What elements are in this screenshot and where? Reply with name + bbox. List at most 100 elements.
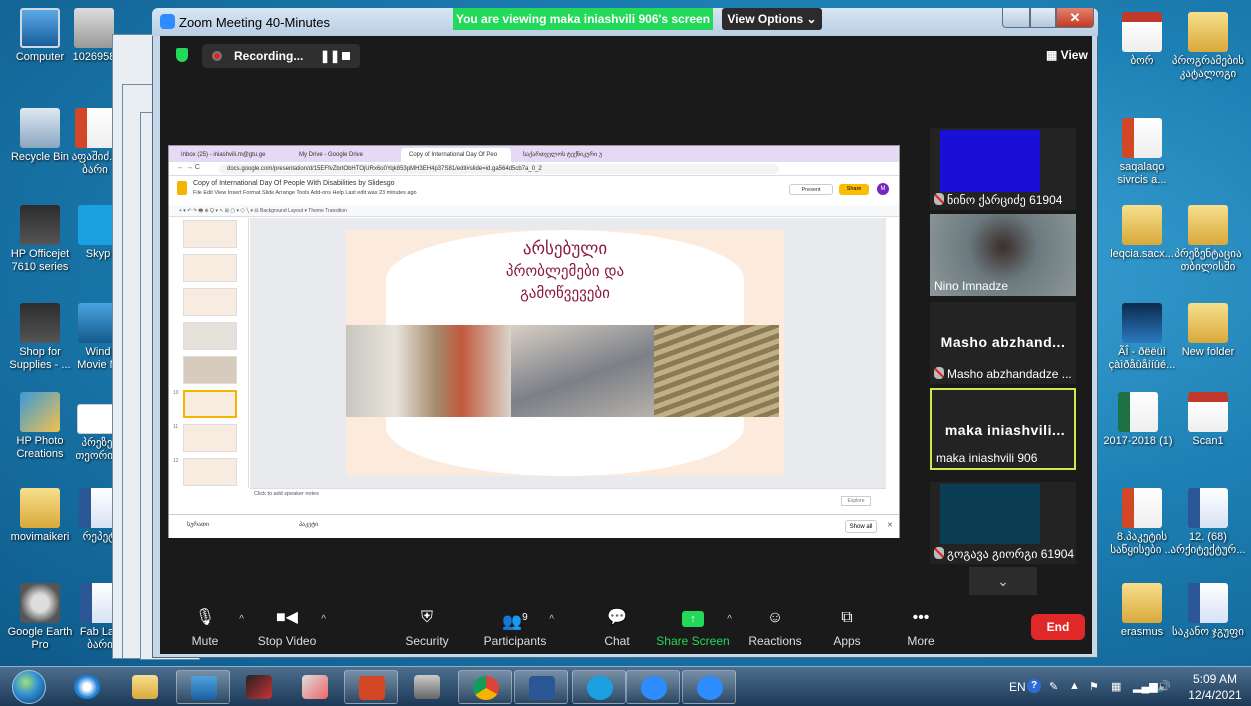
desktop-icon-word-68[interactable]: 12. (68) არქიტექტურ...	[1170, 488, 1246, 557]
signal-icon[interactable]: ▂▄▆	[1133, 680, 1158, 693]
slide-thumbnail[interactable]	[183, 356, 237, 384]
desktop-icon-video[interactable]: ÃÎ - ðëëüì çàìðåùåííûé...	[1104, 303, 1180, 372]
taskbar-word[interactable]	[514, 670, 568, 704]
participant-count: 9	[522, 612, 528, 623]
network-icon[interactable]: ▦	[1111, 680, 1121, 693]
slide-thumbnail[interactable]	[183, 254, 237, 282]
desktop-icon-new-folder[interactable]: New folder	[1170, 303, 1246, 359]
maximize-button[interactable]	[1030, 8, 1056, 28]
taskbar-chrome[interactable]	[458, 670, 512, 704]
taskbar-ie[interactable]	[60, 670, 114, 704]
close-downloads-icon[interactable]: ✕	[887, 521, 893, 529]
slide-filmstrip[interactable]: 10 11 12	[169, 218, 249, 488]
participant-tile[interactable]: Nino Imnadze	[930, 214, 1076, 296]
document-menu[interactable]: File Edit View Insert Format Slide Arran…	[193, 190, 417, 196]
desktop-icon-hp-photo[interactable]: HP Photo Creations	[2, 392, 78, 461]
desktop-icon-saqalaqo[interactable]: saqalaqo sivrcis a...	[1104, 118, 1180, 187]
download-item[interactable]: სურათი	[187, 521, 209, 528]
url-field[interactable]: docs.google.com/presentation/d/15EFfvZbr…	[219, 164, 779, 174]
participant-tile-active-speaker[interactable]: maka iniashvili... maka iniashvili 906	[930, 388, 1076, 470]
security-button[interactable]: ⛨ Security	[382, 608, 472, 648]
start-button[interactable]	[12, 670, 46, 704]
slide-thumbnail[interactable]	[183, 288, 237, 316]
slide-thumbnail[interactable]	[183, 322, 237, 350]
desktop-icon-leqcia[interactable]: leqcia.sacx...	[1104, 205, 1180, 261]
help-icon[interactable]: ?	[1027, 679, 1041, 693]
slide-thumbnail-selected[interactable]	[183, 390, 237, 418]
share-screen-button[interactable]: ↑ Share Screen ^	[648, 608, 738, 648]
slides-toolbar[interactable]: + ▾ ↶ ↷ 🖶 ⊕ Q ▾ ↖ ⊞ ▢ ▾ ⬠ ╲ ▾ ⊟ Backgrou…	[169, 205, 899, 217]
more-button[interactable]: ••• More	[876, 608, 966, 648]
taskbar-archicad[interactable]	[232, 670, 286, 704]
desktop-icon-tbilisi[interactable]: პრეზენტაცია თბილისში	[1170, 205, 1246, 274]
participant-name: ნინო ქარციძე 61904	[934, 193, 1062, 207]
desktop-icon-pdf-bor[interactable]: ბორ	[1104, 12, 1180, 68]
share-button[interactable]: Share	[839, 184, 869, 195]
current-slide[interactable]: არსებული პრობლემები და გამოწვევები	[346, 230, 784, 476]
view-button[interactable]: ▦ View	[1046, 48, 1088, 62]
participants-button[interactable]: 👥9 Participants ^	[470, 608, 560, 648]
participant-tile[interactable]: გოგავა გიორგი 61904	[930, 482, 1076, 564]
clock-time[interactable]: 5:09 AM	[1185, 672, 1245, 686]
browser-address-bar: ← → C docs.google.com/presentation/d/15E…	[169, 162, 899, 176]
taskbar-zoom[interactable]	[626, 670, 680, 704]
view-options-button[interactable]: View Options ⌄	[722, 8, 822, 30]
clock-date[interactable]: 12/4/2021	[1185, 688, 1245, 702]
stop-video-button[interactable]: ■◀ Stop Video ^	[242, 608, 332, 648]
taskbar-powerpoint[interactable]	[344, 670, 398, 704]
explore-button[interactable]: Explore	[841, 496, 871, 506]
close-button[interactable]: ✕	[1056, 8, 1094, 28]
taskbar-scanner[interactable]	[400, 670, 454, 704]
volume-icon[interactable]: 🔊	[1157, 680, 1171, 693]
document-title[interactable]: Copy of International Day Of People With…	[193, 180, 395, 187]
browser-tab[interactable]: My Drive - Google Drive	[291, 148, 399, 162]
participant-tile[interactable]: ნინო ქარციძე 61904	[930, 128, 1076, 210]
taskbar-paint[interactable]	[288, 670, 342, 704]
show-all-button[interactable]: Show all	[845, 520, 877, 533]
microphone-icon: 🎙	[194, 609, 216, 626]
desktop-icon-recycle-bin[interactable]: Recycle Bin	[2, 108, 78, 164]
download-item[interactable]: პაკეტი	[299, 521, 318, 528]
desktop-icon-catalog[interactable]: პროგრამების კატალოგი	[1170, 12, 1246, 81]
present-button[interactable]: Present	[789, 184, 833, 195]
desktop-icon-word-group[interactable]: საკანო ჯგუფი	[1170, 583, 1246, 639]
slide-thumbnail[interactable]	[183, 458, 237, 486]
mute-button[interactable]: 🎙 Mute ^	[160, 608, 250, 648]
participant-name: Masho abzhandadze ...	[934, 367, 1072, 381]
pause-recording-icon[interactable]: ❚❚	[320, 49, 340, 63]
desktop-icon-paketi[interactable]: 8.პაკეტის საწყისები ...	[1104, 488, 1180, 557]
powerpoint-file-icon	[75, 108, 115, 148]
slide-thumbnail[interactable]	[183, 424, 237, 452]
caret-up-icon[interactable]: ^	[321, 614, 326, 625]
desktop-icon-excel[interactable]: 2017-2018 (1)	[1100, 392, 1176, 448]
scroll-participants-down-button[interactable]: ⌄	[969, 567, 1037, 595]
desktop-icon-shop-supplies[interactable]: Shop for Supplies - ...	[2, 303, 78, 372]
pen-icon[interactable]: ✎	[1049, 680, 1058, 693]
slide-thumbnail[interactable]	[183, 220, 237, 248]
flag-icon[interactable]: ⚑	[1089, 680, 1099, 693]
language-indicator[interactable]: EN	[1009, 680, 1026, 694]
stop-recording-icon[interactable]	[342, 52, 350, 60]
taskbar-media-player[interactable]	[176, 670, 230, 704]
taskbar-explorer[interactable]	[118, 670, 172, 704]
taskbar-skype[interactable]	[572, 670, 626, 704]
caret-up-icon[interactable]: ^	[549, 614, 554, 625]
avatar[interactable]: M	[877, 183, 889, 195]
speaker-notes[interactable]: Click to add speaker notes	[250, 488, 886, 504]
desktop-icon-scan1[interactable]: Scan1	[1170, 392, 1246, 448]
browser-tab-active[interactable]: Copy of International Day Of Peo	[401, 148, 511, 162]
slide-canvas[interactable]: არსებული პრობლემები და გამოწვევები	[250, 218, 886, 488]
show-hidden-icons-icon[interactable]: ▲	[1069, 680, 1080, 692]
back-icon[interactable]: ← → C	[177, 164, 200, 171]
participant-tile[interactable]: Masho abzhand... Masho abzhandadze ...	[930, 302, 1076, 384]
desktop-icon-google-earth[interactable]: Google Earth Pro	[2, 583, 78, 652]
browser-tab[interactable]: Inbox (25) - iniashvili.m@gtu.ge	[173, 148, 289, 162]
desktop-icon-printer[interactable]: HP Officejet 7610 series	[2, 205, 78, 274]
taskbar-zoom[interactable]	[682, 670, 736, 704]
desktop-icon-erasmus[interactable]: erasmus	[1104, 583, 1180, 639]
browser-tab[interactable]: საქართველოს ტექნიკური უ	[515, 148, 625, 162]
end-meeting-button[interactable]: End	[1031, 614, 1085, 640]
minimize-button[interactable]	[1002, 8, 1030, 28]
desktop-icon-movimaikeri[interactable]: movimaikeri	[2, 488, 78, 544]
paint-tool-icon	[302, 675, 328, 699]
